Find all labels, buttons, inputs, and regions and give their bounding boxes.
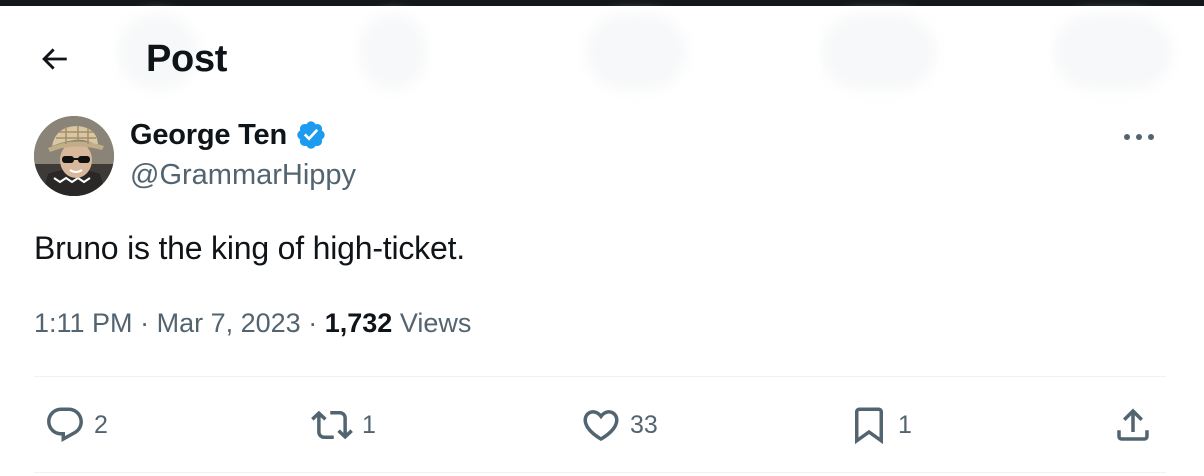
avatar-image <box>34 116 114 196</box>
background-ghost-icon <box>586 14 686 90</box>
author-handle[interactable]: @GrammarHippy <box>130 158 356 192</box>
reply-icon <box>47 407 83 442</box>
like-count: 33 <box>630 411 658 439</box>
bookmark-button[interactable]: 1 <box>848 402 912 448</box>
bookmark-icon <box>855 407 883 445</box>
more-horizontal-icon <box>1124 134 1154 140</box>
meta-separator: · <box>308 308 318 338</box>
avatar[interactable] <box>34 116 114 196</box>
arrow-left-icon <box>42 48 67 70</box>
page-title: Post <box>146 38 228 80</box>
repost-icon <box>311 410 353 440</box>
background-ghost-icon <box>1054 14 1172 90</box>
divider <box>34 376 1166 377</box>
views-label: Views <box>399 308 472 338</box>
share-button[interactable] <box>1112 402 1154 448</box>
bookmark-count: 1 <box>898 411 912 439</box>
views-count: 1,732 <box>324 308 393 338</box>
post-meta: 1:11 PM · Mar 7, 2023 · 1,732 Views <box>34 306 471 340</box>
reply-button[interactable]: 2 <box>44 402 108 448</box>
author-name[interactable]: George Ten <box>130 118 287 152</box>
background-ghost-icon <box>822 14 936 90</box>
heart-icon <box>583 410 619 442</box>
repost-count: 1 <box>362 411 376 439</box>
share-icon <box>1117 408 1149 441</box>
verified-badge-icon[interactable] <box>295 119 327 151</box>
reply-count: 2 <box>94 411 108 439</box>
post-text: Bruno is the king of high-ticket. <box>34 230 465 266</box>
like-button[interactable]: 33 <box>580 402 658 448</box>
meta-separator: · <box>140 308 150 338</box>
repost-button[interactable]: 1 <box>310 402 376 448</box>
post-time[interactable]: 1:11 PM <box>34 308 133 338</box>
more-options-button[interactable] <box>1112 122 1166 152</box>
background-ghost-icon <box>360 14 426 90</box>
post-date[interactable]: Mar 7, 2023 <box>157 308 301 338</box>
page-header: Post <box>0 6 1204 110</box>
divider <box>34 472 1166 473</box>
back-button[interactable] <box>24 32 84 86</box>
author-name-row[interactable]: George Ten <box>130 118 327 152</box>
